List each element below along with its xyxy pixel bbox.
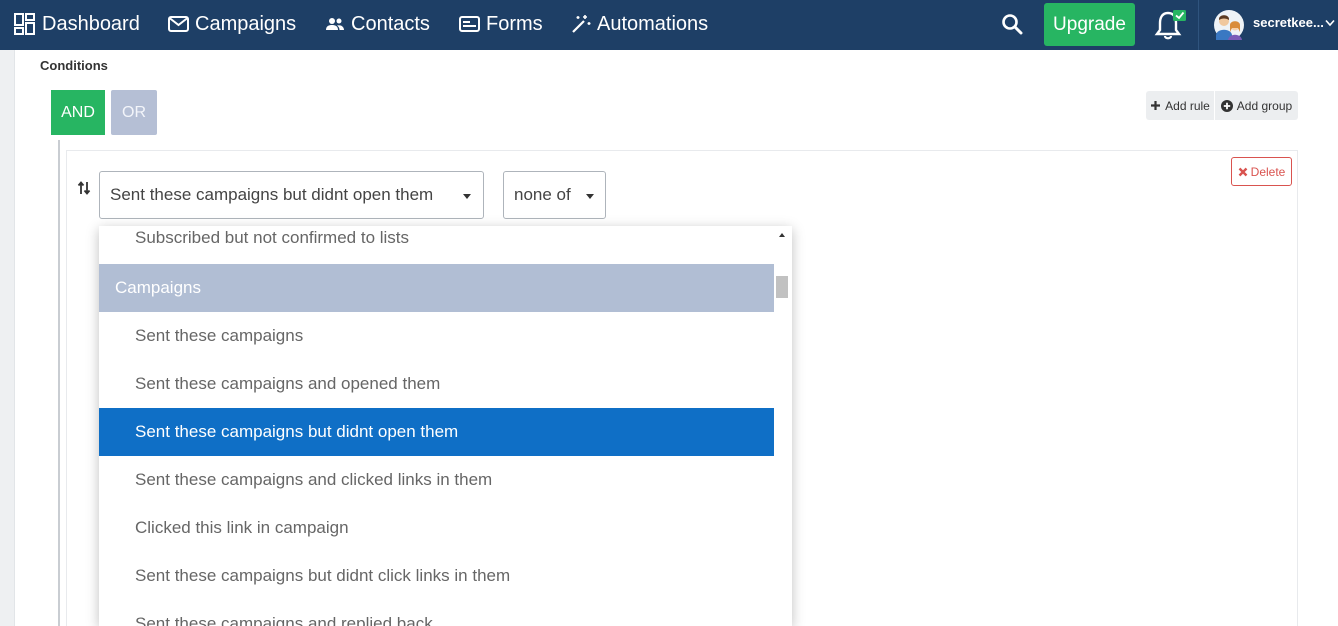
caret-down-icon xyxy=(463,194,471,199)
scrollbar-thumb[interactable] xyxy=(776,276,788,298)
dropdown-scrollbar[interactable] xyxy=(774,226,792,626)
scroll-up-arrow-icon[interactable] xyxy=(779,233,785,237)
add-rule-label: Add rule xyxy=(1165,98,1210,113)
avatar[interactable] xyxy=(1214,10,1244,40)
rule-field-select[interactable]: Sent these campaigns but didnt open them xyxy=(99,171,484,219)
rule-field-value: Sent these campaigns but didnt open them xyxy=(110,185,434,204)
and-button[interactable]: AND xyxy=(51,90,105,135)
dropdown-option[interactable]: Clicked this link in campaign xyxy=(99,504,774,552)
rule-field-dropdown: Subscribed but not confirmed to lists Ca… xyxy=(99,226,792,626)
drag-sort-icon[interactable] xyxy=(77,180,91,196)
rule-operator-value: none of xyxy=(514,185,571,204)
nav-item-contacts[interactable]: Contacts xyxy=(325,0,430,48)
or-button[interactable]: OR xyxy=(111,90,157,135)
form-icon xyxy=(459,16,480,32)
nav-item-label: Dashboard xyxy=(42,12,140,35)
chevron-down-icon[interactable] xyxy=(1325,19,1335,27)
add-group-label: Add group xyxy=(1236,98,1293,113)
users-icon xyxy=(326,18,344,30)
dropdown-group-header: Campaigns xyxy=(99,264,774,312)
top-nav: Dashboard Campaigns Contacts Forms Autom… xyxy=(0,0,1338,50)
conditions-label: Conditions xyxy=(40,58,108,73)
username[interactable]: secretkee... xyxy=(1253,15,1324,30)
nav-item-label: Forms xyxy=(486,12,543,35)
delete-rule-button[interactable]: Delete xyxy=(1231,157,1292,186)
nav-item-campaigns[interactable]: Campaigns xyxy=(168,0,296,48)
nav-item-label: Contacts xyxy=(351,12,430,35)
rule-operator-select[interactable]: none of xyxy=(503,171,606,219)
dropdown-option[interactable]: Sent these campaigns xyxy=(99,312,774,360)
dashboard-icon xyxy=(14,13,35,35)
plus-icon xyxy=(1151,101,1161,110)
dropdown-option[interactable]: Sent these campaigns and replied back xyxy=(99,600,774,626)
add-group-button[interactable]: Add group xyxy=(1214,91,1298,120)
search-icon[interactable] xyxy=(1000,12,1024,36)
bell-icon[interactable] xyxy=(1154,9,1188,41)
dropdown-option[interactable]: Sent these campaigns but didnt click lin… xyxy=(99,552,774,600)
dropdown-option-selected[interactable]: Sent these campaigns but didnt open them xyxy=(99,408,774,456)
close-icon xyxy=(1238,167,1248,176)
nav-item-automations[interactable]: Automations xyxy=(571,0,708,48)
group-connector-line xyxy=(58,140,60,626)
nav-divider xyxy=(1198,0,1199,50)
dropdown-option[interactable]: Subscribed but not confirmed to lists xyxy=(99,226,774,262)
envelope-icon xyxy=(168,16,189,32)
nav-item-label: Campaigns xyxy=(195,12,297,35)
nav-item-dashboard[interactable]: Dashboard xyxy=(14,0,140,48)
add-rule-button[interactable]: Add rule xyxy=(1146,91,1214,120)
upgrade-button[interactable]: Upgrade xyxy=(1044,3,1135,46)
nav-item-forms[interactable]: Forms xyxy=(459,0,543,48)
magic-wand-icon xyxy=(572,15,591,33)
dropdown-option[interactable]: Sent these campaigns and clicked links i… xyxy=(99,456,774,504)
dropdown-option[interactable]: Sent these campaigns and opened them xyxy=(99,360,774,408)
nav-item-label: Automations xyxy=(597,12,709,35)
plus-circle-icon xyxy=(1220,99,1233,112)
delete-label: Delete xyxy=(1250,164,1286,179)
caret-down-icon xyxy=(586,194,594,199)
